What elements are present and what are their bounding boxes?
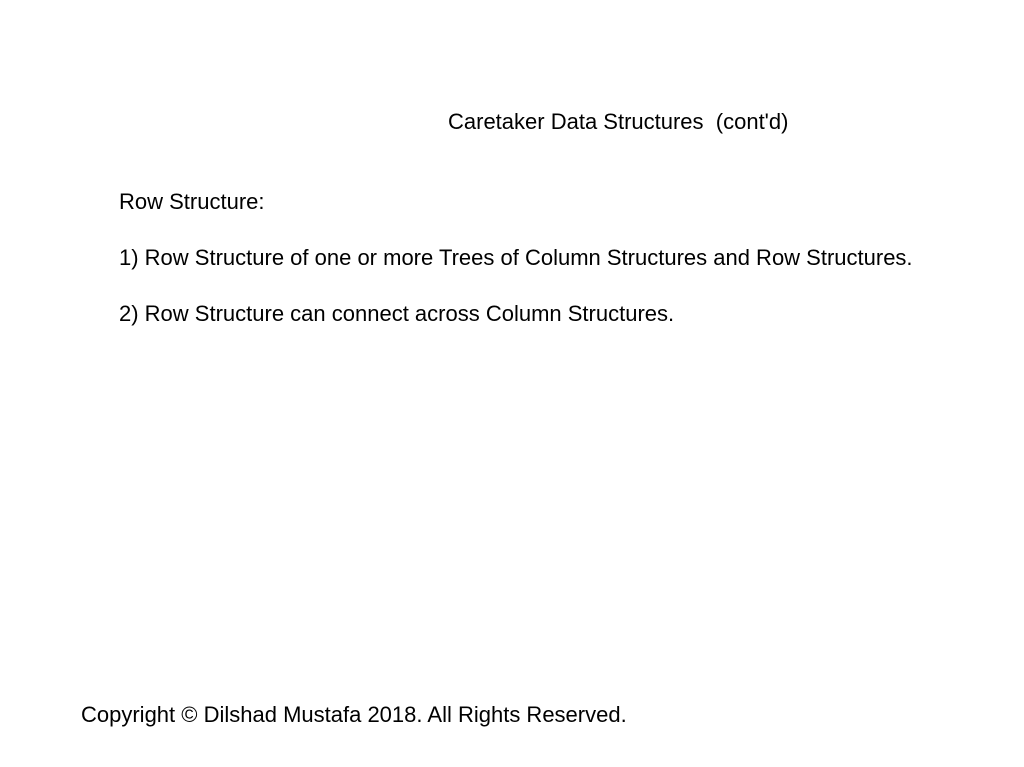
slide-title: Caretaker Data Structures (cont'd)	[448, 109, 789, 134]
section-heading: Row Structure:	[119, 189, 265, 214]
copyright-footer: Copyright © Dilshad Mustafa 2018. All Ri…	[81, 702, 627, 727]
list-item: 2) Row Structure can connect across Colu…	[119, 301, 675, 326]
list-item: 1) Row Structure of one or more Trees of…	[119, 245, 913, 270]
slide: Caretaker Data Structures (cont'd) Row S…	[0, 0, 1024, 767]
